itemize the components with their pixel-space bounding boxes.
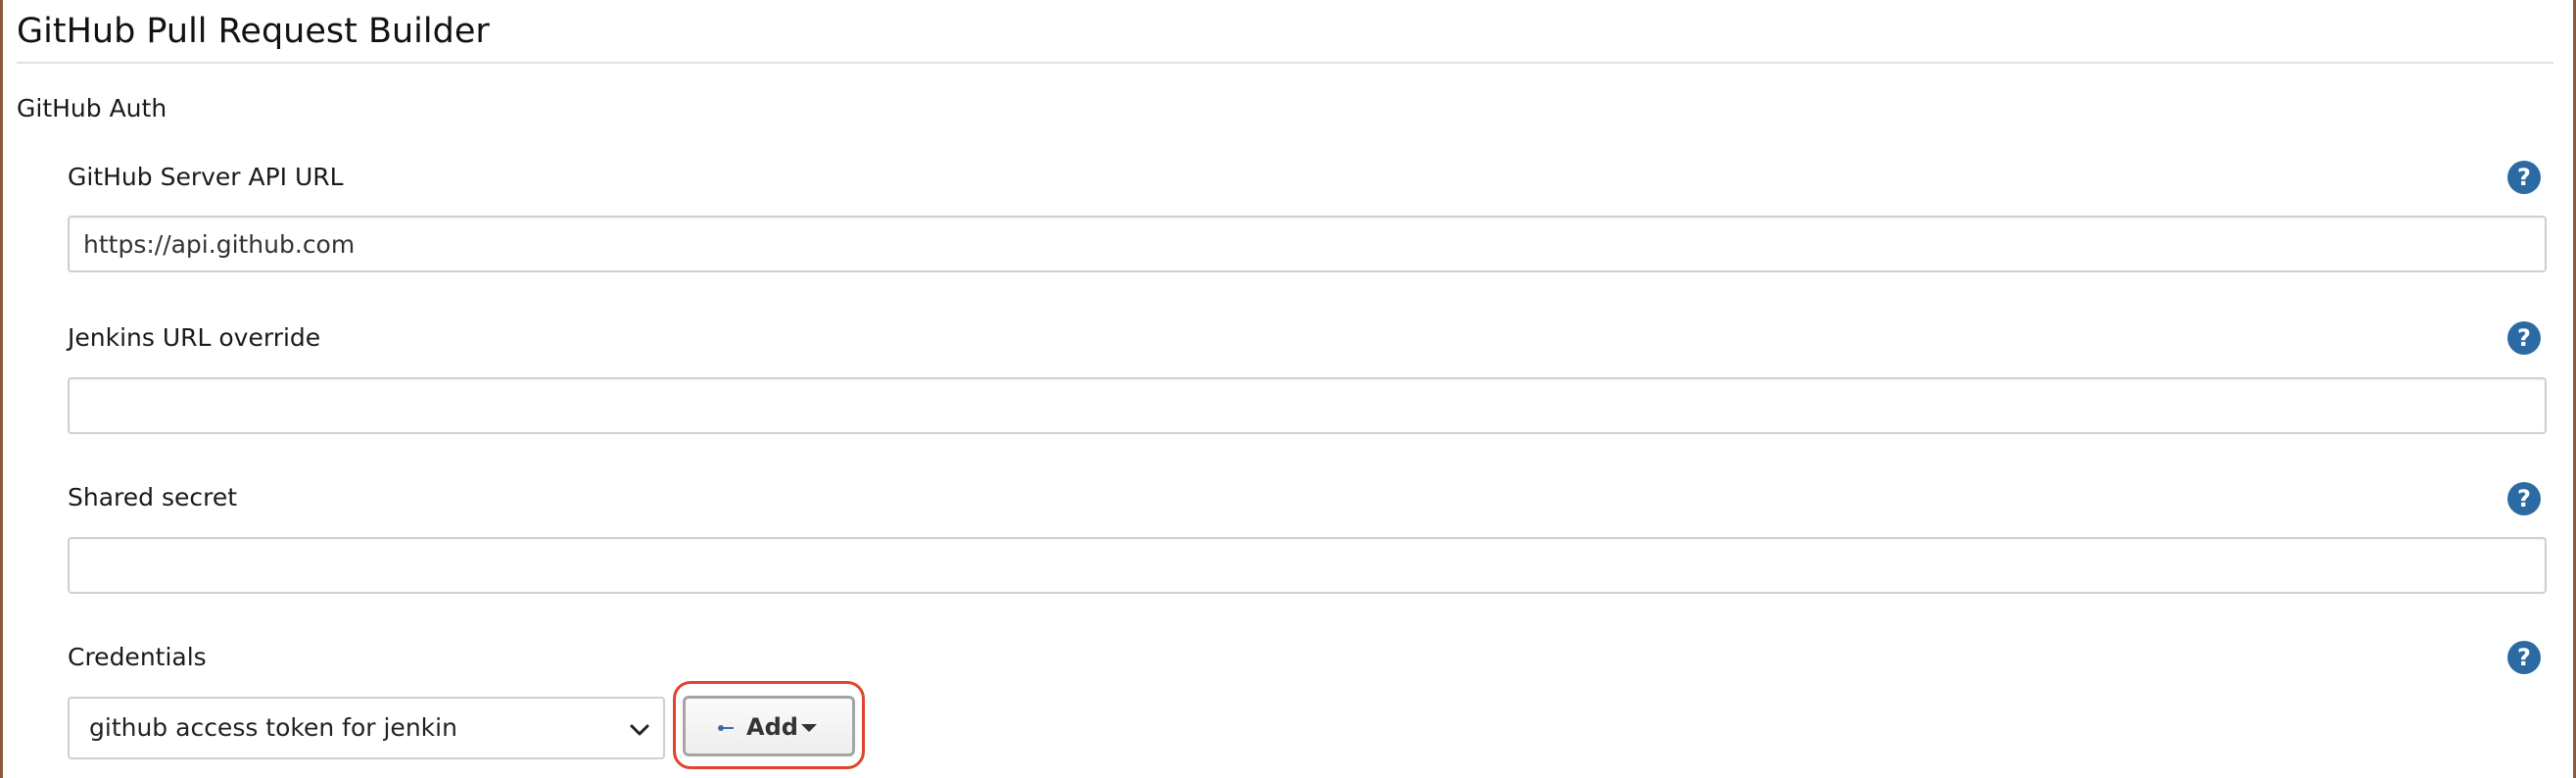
section-label-github-auth: GitHub Auth: [17, 94, 167, 122]
caret-down-icon: [801, 724, 817, 732]
chevron-down-icon: [630, 724, 649, 736]
jenkins-url-override-label: Jenkins URL override: [68, 323, 321, 352]
help-question-icon[interactable]: ?: [2507, 482, 2541, 515]
add-credentials-button[interactable]: Add: [683, 696, 855, 756]
jenkins-config-page: GitHub Pull Request Builder GitHub Auth …: [0, 0, 2576, 778]
key-icon: [718, 725, 734, 731]
github-server-api-url-label: GitHub Server API URL: [68, 163, 344, 191]
help-question-icon[interactable]: ?: [2507, 641, 2541, 674]
add-button-label: Add: [746, 713, 798, 741]
credentials-selected-value: github access token for jenkin: [89, 713, 457, 742]
shared-secret-label: Shared secret: [68, 483, 238, 511]
credentials-select[interactable]: github access token for jenkin: [68, 697, 665, 759]
shared-secret-input[interactable]: [68, 537, 2547, 594]
page-title: GitHub Pull Request Builder: [17, 12, 490, 51]
window-edge-left: [0, 0, 3, 778]
jenkins-url-override-input[interactable]: [68, 377, 2547, 434]
help-question-icon[interactable]: ?: [2507, 161, 2541, 194]
title-divider: [17, 62, 2553, 64]
help-question-icon[interactable]: ?: [2507, 321, 2541, 355]
github-server-api-url-input[interactable]: [68, 216, 2547, 272]
credentials-label: Credentials: [68, 643, 207, 671]
